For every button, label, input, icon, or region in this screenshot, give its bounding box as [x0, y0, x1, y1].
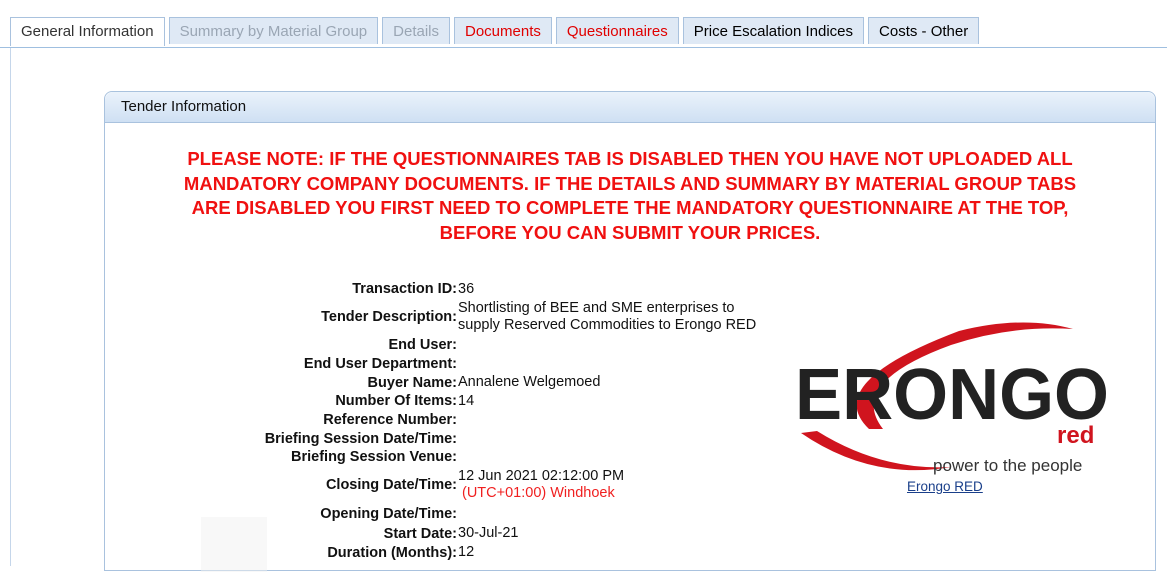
- tab-summary-by-material-group[interactable]: Summary by Material Group: [168, 17, 379, 44]
- closing-datetime-text: 12 Jun 2021 02:12:00 PM: [458, 468, 625, 484]
- label-end-user: End User:: [388, 336, 458, 353]
- tab-list: General Information Summary by Material …: [10, 17, 983, 46]
- content-border: [10, 48, 11, 566]
- label-tender-description: Tender Description:: [321, 309, 457, 325]
- value-tender-description: Shortlisting of BEE and SME enterprises …: [457, 300, 756, 334]
- value-buyer-name: Annalene Welgemoed: [458, 374, 601, 390]
- tab-bar: General Information Summary by Material …: [0, 0, 1167, 48]
- row-end-user: End User:: [105, 335, 765, 354]
- label-buyer-name: Buyer Name:: [367, 374, 457, 391]
- label-briefing-venue: Briefing Session Venue:: [291, 449, 457, 465]
- row-tender-description: Tender Description: Shortlisting of BEE …: [105, 299, 765, 335]
- value-duration: 12: [458, 544, 475, 560]
- row-closing-datetime: Closing Date/Time: 12 Jun 2021 02:12:00 …: [105, 466, 765, 504]
- mandatory-notice: PLEASE NOTE: IF THE QUESTIONNAIRES TAB I…: [125, 147, 1135, 245]
- label-reference-number: Reference Number:: [323, 411, 457, 428]
- value-transaction-id: 36: [458, 280, 475, 297]
- closing-timezone: (UTC+01:00) Windhoek: [462, 485, 615, 501]
- tab-general-information[interactable]: General Information: [10, 17, 165, 46]
- description-line: Shortlisting of BEE and SME enterprises …: [458, 300, 735, 316]
- row-duration: Duration (Months): 12: [105, 543, 765, 562]
- notice-line: ARE DISABLED YOU FIRST NEED TO COMPLETE …: [191, 197, 1069, 218]
- tab-questionnaires[interactable]: Questionnaires: [555, 17, 679, 44]
- label-number-of-items: Number Of Items:: [335, 393, 457, 409]
- notice-line: MANDATORY COMPANY DOCUMENTS. IF THE DETA…: [183, 172, 1077, 194]
- tab-documents[interactable]: Documents: [454, 17, 552, 44]
- row-buyer-name: Buyer Name: Annalene Welgemoed: [105, 373, 765, 392]
- label-duration: Duration (Months):: [327, 544, 457, 561]
- description-line: supply Reserved Commodities to Erongo RE…: [458, 317, 757, 333]
- label-briefing-datetime: Briefing Session Date/Time:: [264, 430, 457, 447]
- tender-details: Transaction ID: 36 Tender Description: S…: [105, 279, 765, 562]
- row-briefing-datetime: Briefing Session Date/Time:: [105, 429, 765, 448]
- value-start-date: 30-Jul-21: [458, 525, 519, 541]
- logo-red: red: [1057, 422, 1094, 449]
- row-start-date: Start Date: 30-Jul-21: [105, 524, 765, 543]
- row-reference-number: Reference Number:: [105, 410, 765, 429]
- label-start-date: Start Date:: [383, 525, 457, 542]
- notice-line: BEFORE YOU CAN SUBMIT YOUR PRICES.: [439, 221, 821, 243]
- erongo-red-logo: ERONGO red power to the people: [795, 322, 1109, 475]
- tab-details[interactable]: Details: [382, 17, 450, 44]
- label-transaction-id: Transaction ID:: [352, 281, 457, 297]
- value-number-of-items: 14: [458, 392, 475, 409]
- panel-title: Tender Information: [105, 92, 1155, 123]
- tab-price-escalation-indices[interactable]: Price Escalation Indices: [682, 17, 865, 44]
- notice-line: PLEASE NOTE: IF THE QUESTIONNAIRES TAB I…: [187, 148, 1073, 169]
- row-number-of-items: Number Of Items: 14: [105, 392, 765, 410]
- row-opening-datetime: Opening Date/Time:: [105, 504, 765, 524]
- logo-swoosh-bottom: [801, 431, 951, 471]
- value-closing-datetime: 12 Jun 2021 02:12:00 PM (UTC+01:00) Wind…: [457, 468, 624, 502]
- tender-information-panel: Tender Information PLEASE NOTE: IF THE Q…: [104, 91, 1156, 572]
- label-closing-datetime: Closing Date/Time:: [325, 477, 457, 493]
- row-briefing-venue: Briefing Session Venue:: [105, 448, 765, 466]
- label-opening-datetime: Opening Date/Time:: [320, 506, 457, 522]
- erongo-red-link[interactable]: Erongo RED: [907, 479, 983, 494]
- row-transaction-id: Transaction ID: 36: [105, 279, 765, 299]
- label-end-user-department: End User Department:: [303, 355, 457, 372]
- tab-costs-other[interactable]: Costs - Other: [868, 17, 980, 44]
- row-end-user-department: End User Department:: [105, 354, 765, 373]
- logo-tagline: power to the people: [933, 456, 1082, 475]
